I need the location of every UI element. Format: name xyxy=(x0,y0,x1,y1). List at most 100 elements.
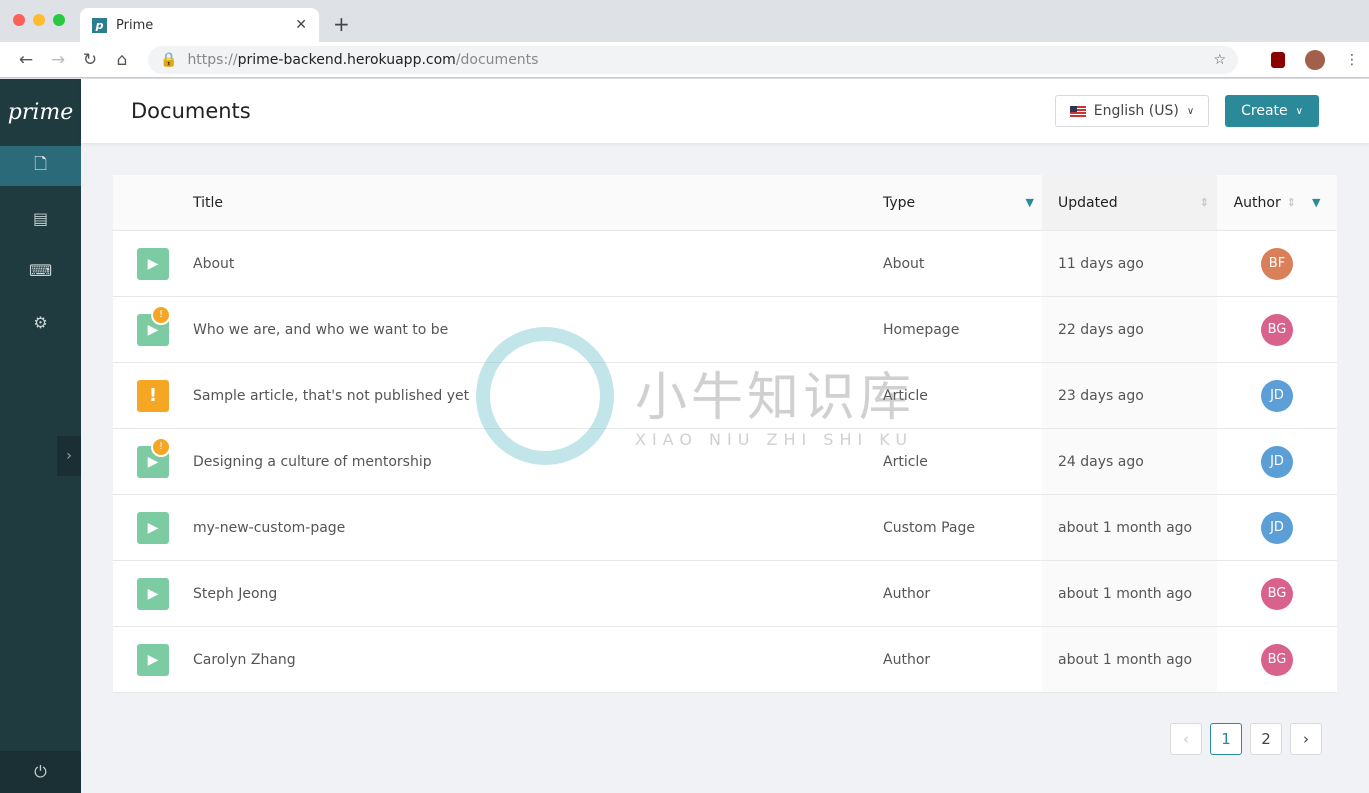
browser-toolbar: ← → ↻ ⌂ 🔒 https://prime-backend.herokuapp… xyxy=(0,42,1369,78)
table-row[interactable]: ▶! Designing a culture of mentorship Art… xyxy=(113,429,1337,495)
published-status-icon: ▶ xyxy=(137,247,169,280)
document-type: Author xyxy=(883,651,931,668)
close-tab-icon[interactable]: ✕ xyxy=(295,17,307,33)
page-header: Documents English (US) ∨ Create ∨ xyxy=(81,79,1369,143)
main-content: Documents English (US) ∨ Create ∨ Title Ty… xyxy=(81,79,1369,793)
document-type: Homepage xyxy=(883,321,960,338)
column-author: Author ⇕ ▼ xyxy=(1233,194,1321,211)
new-tab-button[interactable]: + xyxy=(333,12,350,36)
warning-badge-icon: ! xyxy=(151,304,171,325)
document-title[interactable]: About xyxy=(193,256,883,272)
document-updated: about 1 month ago xyxy=(1042,561,1217,626)
window-controls[interactable] xyxy=(13,14,65,26)
sidebar-item-documents[interactable]: 🗋 xyxy=(0,146,81,186)
draft-status-icon: ! xyxy=(137,379,169,412)
forward-icon[interactable]: → xyxy=(42,50,74,70)
warning-badge-icon: ! xyxy=(151,436,171,457)
published-status-icon: ▶ xyxy=(137,643,169,676)
document-title[interactable]: Carolyn Zhang xyxy=(193,652,883,668)
sidebar: prime 🗋 ▤ ⌨ ⚙ › ⏻ xyxy=(0,79,81,793)
lock-icon: 🔒 xyxy=(160,51,178,68)
status-cell: ! xyxy=(113,379,193,412)
document-type: Article xyxy=(883,387,928,404)
settings-icon: ⚙ xyxy=(33,312,48,332)
page-2-button[interactable]: 2 xyxy=(1250,723,1282,755)
sidebar-item-playground[interactable]: ⌨ xyxy=(0,250,81,290)
table-header: Title Type ▼ Updated ⇕ Author ⇕ ▼ xyxy=(113,175,1337,231)
filter-icon[interactable]: ▼ xyxy=(1026,196,1034,209)
documents-table: Title Type ▼ Updated ⇕ Author ⇕ ▼ ▶ About Ab… xyxy=(113,175,1337,693)
document-type: Article xyxy=(883,453,928,470)
column-title: Title xyxy=(193,194,224,211)
sidebar-item-schemas[interactable]: ▤ xyxy=(0,198,81,238)
logout-button[interactable]: ⏻ xyxy=(0,751,81,793)
table-row[interactable]: ▶! Who we are, and who we want to be Hom… xyxy=(113,297,1337,363)
author-avatar: BG xyxy=(1261,577,1293,610)
locale-select[interactable]: English (US) ∨ xyxy=(1054,95,1210,127)
chevron-right-icon: › xyxy=(66,448,72,464)
expand-sidebar-button[interactable]: › xyxy=(57,436,81,476)
author-avatar: BG xyxy=(1261,643,1293,676)
page-title: Documents xyxy=(131,99,251,123)
chevron-down-icon: ∨ xyxy=(1295,105,1303,117)
browser-tab[interactable]: p Prime ✕ xyxy=(80,8,319,42)
document-icon: 🗋 xyxy=(34,153,47,173)
document-title[interactable]: my-new-custom-page xyxy=(193,520,883,536)
document-title[interactable]: Designing a culture of mentorship xyxy=(193,454,883,470)
home-icon[interactable]: ⌂ xyxy=(106,50,138,70)
prev-page-button[interactable]: ‹ xyxy=(1170,723,1202,755)
status-cell: ▶ xyxy=(113,643,193,676)
favicon: p xyxy=(92,17,107,33)
document-title[interactable]: Who we are, and who we want to be xyxy=(193,322,883,338)
status-cell: ▶ xyxy=(113,247,193,280)
menu-icon[interactable]: ⋮ xyxy=(1345,52,1359,68)
browser-tabbar: p Prime ✕ + xyxy=(0,0,1369,42)
document-type: Author xyxy=(883,585,931,602)
page-1-button[interactable]: 1 xyxy=(1210,723,1242,755)
document-updated: 22 days ago xyxy=(1042,297,1217,362)
author-avatar: JD xyxy=(1261,511,1293,544)
us-flag-icon xyxy=(1069,105,1086,117)
table-row[interactable]: ▶ About About 11 days ago BF xyxy=(113,231,1337,297)
sidebar-item-settings[interactable]: ⚙ xyxy=(0,302,81,342)
schema-icon: ▤ xyxy=(32,208,49,228)
reload-icon[interactable]: ↻ xyxy=(74,50,106,70)
sort-icon[interactable]: ⇕ xyxy=(1200,196,1209,209)
author-avatar: BG xyxy=(1261,313,1293,346)
create-button[interactable]: Create ∨ xyxy=(1225,95,1319,127)
document-updated: about 1 month ago xyxy=(1042,627,1217,692)
table-row[interactable]: ▶ my-new-custom-page Custom Page about 1… xyxy=(113,495,1337,561)
terminal-icon: ⌨ xyxy=(28,260,53,280)
logout-icon: ⏻ xyxy=(34,762,47,781)
author-avatar: JD xyxy=(1261,379,1293,412)
ublock-extension-icon[interactable] xyxy=(1271,51,1285,68)
bookmark-star-icon[interactable]: ☆ xyxy=(1213,52,1226,68)
author-avatar: JD xyxy=(1261,445,1293,478)
document-type: About xyxy=(883,255,925,272)
table-row[interactable]: ▶ Carolyn Zhang Author about 1 month ago… xyxy=(113,627,1337,693)
document-updated: about 1 month ago xyxy=(1042,495,1217,560)
document-type: Custom Page xyxy=(883,519,975,536)
document-title[interactable]: Sample article, that's not published yet xyxy=(193,388,883,404)
document-updated: 24 days ago xyxy=(1042,429,1217,494)
column-type: Type ▼ xyxy=(883,194,1034,211)
status-cell: ▶ xyxy=(113,511,193,544)
column-updated[interactable]: Updated ⇕ xyxy=(1042,175,1217,230)
back-icon[interactable]: ← xyxy=(10,50,42,70)
status-cell: ▶! xyxy=(113,304,193,346)
address-bar[interactable]: 🔒 https://prime-backend.herokuapp.com/doc… xyxy=(148,45,1238,74)
status-cell: ▶! xyxy=(113,436,193,478)
table-row[interactable]: ! Sample article, that's not published y… xyxy=(113,363,1337,429)
published-status-icon: ▶ xyxy=(137,511,169,544)
chevron-down-icon: ∨ xyxy=(1186,105,1195,117)
next-page-button[interactable]: › xyxy=(1290,723,1322,755)
sort-icon[interactable]: ⇕ xyxy=(1287,196,1296,209)
table-row[interactable]: ▶ Steph Jeong Author about 1 month ago B… xyxy=(113,561,1337,627)
pagination: ‹ 1 2 › xyxy=(1170,723,1322,755)
author-avatar: BF xyxy=(1261,247,1293,280)
profile-avatar[interactable] xyxy=(1305,49,1325,70)
document-updated: 23 days ago xyxy=(1042,363,1217,428)
logo: prime xyxy=(7,100,74,125)
document-title[interactable]: Steph Jeong xyxy=(193,586,883,602)
filter-icon[interactable]: ▼ xyxy=(1312,196,1320,209)
